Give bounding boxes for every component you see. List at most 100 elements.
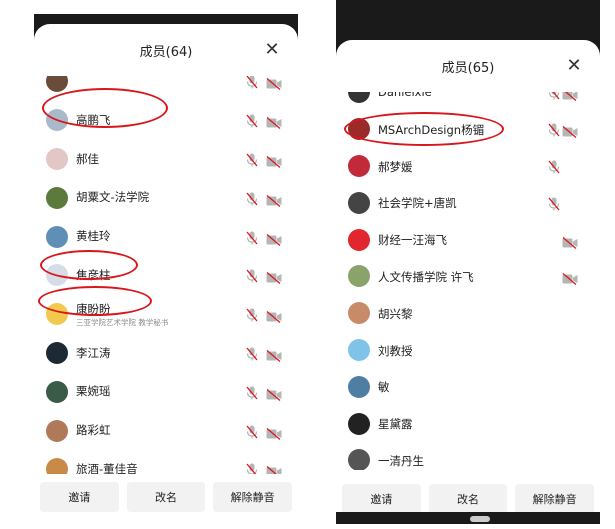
camera-off-icon[interactable]: [266, 425, 282, 440]
camera-off-icon[interactable]: [562, 123, 578, 139]
member-row[interactable]: 高鹏飞: [34, 101, 298, 139]
member-row[interactable]: 旅酒-董佳音: [34, 450, 298, 474]
right-invite-button[interactable]: 邀请: [342, 484, 421, 512]
member-name: 焦彦柱: [76, 268, 111, 282]
member-row[interactable]: 栗婉瑶: [34, 372, 298, 410]
member-name: 李江涛: [76, 345, 111, 360]
home-indicator: [470, 516, 490, 522]
avatar: [46, 264, 68, 287]
mic-muted-icon[interactable]: [548, 196, 560, 211]
mic-muted-icon[interactable]: [246, 191, 258, 206]
right-rename-button[interactable]: 改名: [428, 484, 508, 512]
camera-off-icon[interactable]: [266, 269, 282, 285]
member-row[interactable]: 黄桂玲: [34, 217, 298, 255]
avatar: [348, 154, 370, 177]
camera-off-icon[interactable]: [266, 114, 282, 130]
camera-off-icon[interactable]: [266, 192, 282, 207]
member-name: 路彩虹: [76, 423, 111, 438]
avatar: [46, 147, 68, 170]
camera-off-icon[interactable]: [562, 234, 578, 249]
avatar: [46, 419, 68, 442]
member-row[interactable]: 星黛露: [336, 405, 600, 443]
avatar: [46, 380, 68, 403]
member-row[interactable]: 人文传播学院 许飞: [336, 258, 600, 296]
member-row[interactable]: 郝梦媛: [336, 148, 600, 186]
member-row[interactable]: 路彩虹: [34, 411, 298, 449]
member-row[interactable]: 财经一汪海飞: [336, 221, 600, 259]
right-member-list: Danielxie MSArchDesign杨镅 郝梦媛社会学院+唐凯财经一汪海飞人…: [336, 92, 600, 470]
member-name: 人文传播学院 许飞: [378, 270, 474, 284]
member-row[interactable]: 李江涛: [34, 334, 298, 372]
mic-muted-icon[interactable]: [246, 230, 258, 245]
mic-muted-icon[interactable]: [246, 346, 258, 361]
avatar: [348, 228, 370, 251]
left-bottom-bar: 邀请 改名 解除静音: [34, 476, 298, 518]
member-row[interactable]: 胡粟文-法学院: [34, 178, 298, 216]
camera-off-icon[interactable]: [266, 76, 282, 91]
member-row[interactable]: 一清丹生: [336, 442, 600, 470]
member-row[interactable]: 社会学院+唐凯: [336, 184, 600, 222]
member-row[interactable]: 刘教授: [336, 332, 600, 370]
member-name: 郝梦媛: [378, 159, 413, 174]
camera-off-icon[interactable]: [562, 92, 578, 102]
member-name: 财经一汪海飞: [378, 233, 447, 248]
mic-muted-icon[interactable]: [548, 159, 560, 174]
camera-off-icon[interactable]: [266, 153, 282, 168]
mic-muted-icon[interactable]: [246, 76, 258, 89]
member-name: MSArchDesign杨镅: [378, 122, 485, 137]
left-rename-button[interactable]: 改名: [126, 482, 206, 512]
member-row[interactable]: 康盼盼 三亚学院艺术学院 教学秘书: [34, 295, 298, 333]
member-name: 黄桂玲: [76, 229, 111, 244]
member-row[interactable]: Danielxie: [336, 92, 600, 112]
member-row[interactable]: 敏: [336, 368, 600, 406]
avatar: [46, 186, 68, 209]
camera-off-icon[interactable]: [266, 347, 282, 362]
member-row[interactable]: 胡兴黎: [336, 295, 600, 333]
mic-muted-icon[interactable]: [246, 268, 258, 283]
member-subtitle: 三亚学院艺术学院 教学秘书: [76, 317, 169, 327]
avatar: [46, 458, 68, 474]
member-name: 胡兴黎: [378, 306, 413, 321]
avatar: [348, 449, 370, 470]
left-unmute-button[interactable]: 解除静音: [213, 482, 293, 512]
avatar: [348, 338, 370, 361]
camera-off-icon[interactable]: [266, 386, 282, 401]
camera-off-icon[interactable]: [562, 270, 578, 286]
member-name: 郝佳: [76, 151, 99, 166]
left-close-button[interactable]: ✕: [260, 38, 284, 62]
member-row[interactable]: 郝佳: [34, 140, 298, 178]
left-sheet-header: 成员(64) ✕: [34, 24, 298, 76]
avatar: [46, 341, 68, 364]
right-sheet-header: 成员(65) ✕: [336, 40, 600, 92]
member-name: 一清丹生: [378, 454, 424, 468]
mic-muted-icon[interactable]: [548, 122, 560, 137]
mic-muted-icon[interactable]: [246, 113, 258, 128]
avatar: [348, 375, 370, 398]
mic-muted-icon[interactable]: [246, 385, 258, 400]
avatar: [46, 76, 68, 93]
mic-muted-icon[interactable]: [548, 92, 560, 100]
avatar: [348, 302, 370, 325]
left-members-sheet: 成员(64) ✕ 高鹏飞郝佳胡粟文-法学院黄桂玲焦彦柱康盼盼 三亚学院艺术学院 教…: [34, 24, 298, 524]
camera-off-icon[interactable]: [266, 308, 282, 324]
right-close-button[interactable]: ✕: [562, 54, 586, 78]
left-invite-button[interactable]: 邀请: [40, 482, 119, 512]
camera-off-icon[interactable]: [266, 231, 282, 246]
mic-muted-icon[interactable]: [246, 152, 258, 167]
avatar: [46, 303, 68, 326]
member-row[interactable]: [34, 76, 298, 100]
mic-muted-icon[interactable]: [246, 424, 258, 439]
member-name: 敏: [378, 380, 390, 395]
member-name: 高鹏飞: [76, 112, 111, 127]
member-name: 星黛露: [378, 417, 413, 432]
camera-off-icon[interactable]: [266, 463, 282, 474]
mic-muted-icon[interactable]: [246, 462, 258, 474]
left-sheet-title: 成员(64): [139, 44, 193, 60]
screenshot-stage: 成员(64) ✕ 高鹏飞郝佳胡粟文-法学院黄桂玲焦彦柱康盼盼 三亚学院艺术学院 教…: [0, 0, 615, 529]
right-unmute-button[interactable]: 解除静音: [515, 484, 595, 512]
mic-muted-icon[interactable]: [246, 307, 258, 322]
avatar: [348, 92, 370, 104]
member-row[interactable]: 焦彦柱: [34, 256, 298, 294]
avatar: [348, 118, 370, 141]
member-row[interactable]: MSArchDesign杨镅: [336, 111, 600, 149]
